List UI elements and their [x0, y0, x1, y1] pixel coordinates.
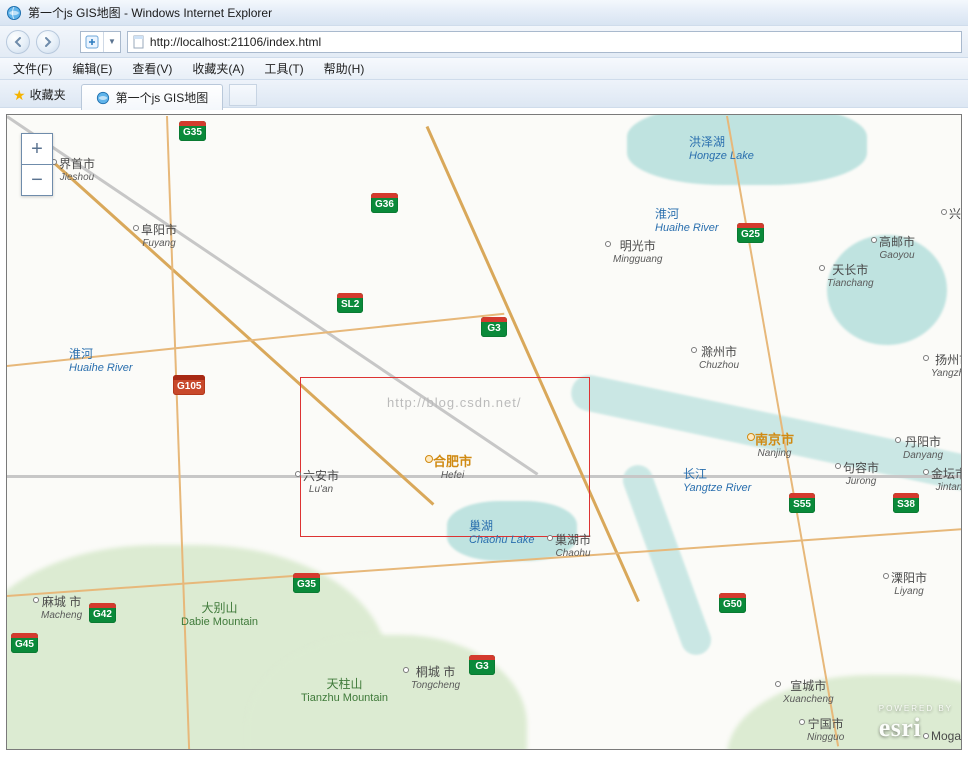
- highway-shield-G35a: G35: [179, 121, 206, 141]
- dropdown-icon: ▼: [104, 32, 120, 52]
- water-label: 长江Yangtze River: [683, 465, 751, 494]
- highway-shield-G3a: G3: [481, 317, 507, 337]
- city-marker: [33, 597, 39, 603]
- favorites-button[interactable]: ★ 收藏夹: [4, 84, 75, 106]
- address-bar[interactable]: [127, 31, 962, 53]
- favorites-label: 收藏夹: [30, 86, 66, 103]
- city-marker: [895, 437, 901, 443]
- city-marker: [133, 225, 139, 231]
- menu-tools[interactable]: 工具(T): [255, 57, 312, 80]
- map-viewport[interactable]: http://blog.csdn.net/ G35 G36 G25 SL2 G3 G105…: [6, 114, 962, 750]
- page-icon: [132, 35, 146, 49]
- highway-shield-G42: G42: [89, 603, 116, 623]
- city-marker: [425, 455, 433, 463]
- city-marker: [941, 209, 947, 215]
- water-label: 洪泽湖Hongze Lake: [689, 133, 754, 162]
- forward-button[interactable]: [36, 30, 60, 54]
- city-marker: [691, 347, 697, 353]
- powered-by-label: POWERED BY: [879, 704, 953, 713]
- esri-attribution: POWERED BY esri: [879, 704, 953, 743]
- tab-title: 第一个js GIS地图: [116, 89, 209, 106]
- highway-shield-SL2: SL2: [337, 293, 363, 313]
- browser-tab-active[interactable]: 第一个js GIS地图: [81, 84, 224, 110]
- highway-shield-G25: G25: [737, 223, 764, 243]
- city-marker: [547, 535, 553, 541]
- water-label: 巢湖Chaohu Lake: [469, 517, 534, 546]
- compat-plus-icon: [81, 32, 103, 52]
- favorites-bar: ★ 收藏夹 第一个js GIS地图: [0, 80, 968, 108]
- city-marker: [775, 681, 781, 687]
- menu-fav[interactable]: 收藏夹(A): [183, 57, 253, 80]
- ie-icon: [6, 5, 22, 21]
- city-marker: [819, 265, 825, 271]
- navigation-bar: ▼: [0, 26, 968, 58]
- highway-shield-G105: G105: [173, 375, 205, 395]
- watermark: http://blog.csdn.net/: [387, 395, 521, 410]
- back-button[interactable]: [6, 30, 30, 54]
- city-marker: [835, 463, 841, 469]
- map-canvas[interactable]: http://blog.csdn.net/ G35 G36 G25 SL2 G3 G105…: [7, 115, 961, 749]
- mountain-label: 天柱山Tianzhu Mountain: [301, 675, 388, 704]
- highway-shield-G50: G50: [719, 593, 746, 613]
- menu-help[interactable]: 帮助(H): [315, 57, 374, 80]
- water-label: 淮河Huaihe River: [655, 205, 719, 234]
- highway-shield-S55: S55: [789, 493, 815, 513]
- star-icon: ★: [13, 88, 26, 102]
- highway-shield-G45: G45: [11, 633, 38, 653]
- menu-bar: 文件(F) 编辑(E) 查看(V) 收藏夹(A) 工具(T) 帮助(H): [0, 58, 968, 80]
- highway-shield-S38: S38: [893, 493, 919, 513]
- city-marker: [923, 355, 929, 361]
- lake-gaoyou: [827, 235, 947, 345]
- menu-view[interactable]: 查看(V): [123, 57, 181, 80]
- zoom-control: + −: [21, 133, 53, 196]
- zoom-in-button[interactable]: +: [22, 134, 52, 164]
- water-label: 淮河Huaihe River: [69, 345, 133, 374]
- city-marker: [871, 237, 877, 243]
- city-marker: [883, 573, 889, 579]
- menu-file[interactable]: 文件(F): [4, 57, 61, 80]
- zoom-out-button[interactable]: −: [22, 165, 52, 195]
- city-marker: [799, 719, 805, 725]
- window-titlebar: 第一个js GIS地图 - Windows Internet Explorer: [0, 0, 968, 26]
- new-tab-button[interactable]: [229, 84, 257, 106]
- city-marker: [295, 471, 301, 477]
- window-title: 第一个js GIS地图 - Windows Internet Explorer: [28, 4, 272, 21]
- menu-edit[interactable]: 编辑(E): [63, 57, 121, 80]
- highway-shield-G35b: G35: [293, 573, 320, 593]
- highway-shield-G36: G36: [371, 193, 398, 213]
- esri-logo-text: esri: [879, 713, 921, 742]
- city-marker: [923, 469, 929, 475]
- city-marker: [403, 667, 409, 673]
- url-input[interactable]: [150, 35, 957, 49]
- compatibility-split-button[interactable]: ▼: [80, 31, 121, 53]
- highway-shield-G3b: G3: [469, 655, 495, 675]
- city-marker: [605, 241, 611, 247]
- city-marker: [747, 433, 755, 441]
- mountain-label: 大别山Dabie Mountain: [181, 599, 258, 628]
- ie-icon: [96, 91, 110, 105]
